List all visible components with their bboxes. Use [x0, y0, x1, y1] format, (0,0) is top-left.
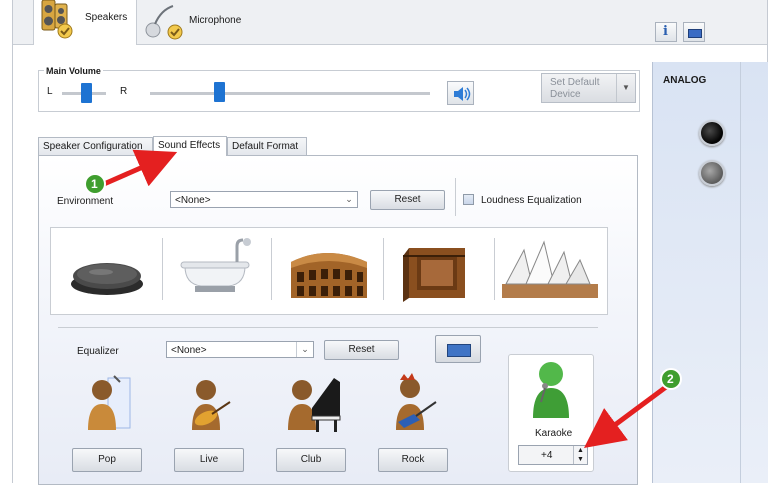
karaoke-label: Karaoke [535, 428, 573, 439]
pop-button[interactable]: Pop [72, 448, 142, 472]
annotation-marker-2-label: 2 [667, 372, 674, 386]
tab-microphone-label: Microphone [189, 15, 242, 26]
rock-button[interactable]: Rock [378, 448, 448, 472]
equalizer-label: Equalizer [77, 346, 119, 357]
equalizer-reset-label: Reset [348, 344, 375, 355]
equalizer-icon [447, 344, 471, 357]
equalizer-preset-pop[interactable]: Pop [72, 372, 144, 472]
equalizer-select[interactable]: <None> ⌄ [166, 341, 314, 358]
mute-button[interactable] [447, 81, 474, 105]
club-label: Club [300, 454, 322, 465]
balance-left-label: L [47, 86, 53, 97]
tab-default-format[interactable]: Default Format [227, 137, 307, 155]
equalizer-preset-rock[interactable]: Rock [378, 372, 450, 472]
loudness-equalization-label: Loudness Equalization [481, 195, 582, 206]
main-volume-title: Main Volume [44, 66, 103, 76]
rock-label: Rock [401, 454, 425, 465]
chevron-down-icon: ⌄ [345, 194, 353, 204]
info-icon: i [663, 24, 668, 39]
speakers-icon [41, 0, 73, 39]
stone-icon [71, 263, 143, 295]
pop-label: Pop [98, 454, 116, 465]
vertical-grip [740, 62, 741, 483]
karaoke-value: +4 [541, 450, 553, 461]
annotation-marker-1-label: 1 [91, 177, 98, 191]
preset-separator [383, 238, 384, 300]
tab-speakers-label: Speakers [85, 12, 128, 23]
set-default-label: Set Default Device [550, 77, 600, 100]
section-divider [58, 327, 598, 328]
spinner-down-icon[interactable]: ▼ [573, 455, 587, 464]
tab-sound-effects-label: Sound Effects [158, 140, 221, 151]
environment-reset-label: Reset [394, 194, 421, 205]
volume-track [150, 92, 430, 95]
tab-speakers[interactable]: Speakers [33, 0, 137, 45]
balance-right-label: R [120, 86, 128, 97]
window-left-border [12, 0, 13, 483]
environment-select[interactable]: <None> ⌄ [170, 191, 358, 208]
analog-title: ANALOG [663, 75, 707, 86]
preset-separator [162, 238, 163, 300]
tab-default-format-label: Default Format [232, 141, 299, 152]
environment-divider [455, 178, 456, 216]
preset-separator [271, 238, 272, 300]
karaoke-singer-icon[interactable] [527, 358, 575, 420]
tab-sound-effects[interactable]: Sound Effects [153, 136, 227, 156]
live-button[interactable]: Live [174, 448, 244, 472]
audio-jack-gray[interactable] [699, 160, 725, 186]
environment-reset-button[interactable]: Reset [370, 190, 445, 210]
club-button[interactable]: Club [276, 448, 346, 472]
opera-house-icon [502, 240, 598, 298]
pop-singer-icon [88, 375, 131, 430]
tab-speaker-configuration-label: Speaker Configuration [43, 141, 143, 152]
tab-microphone[interactable]: Microphone [137, 0, 245, 44]
audio-jack-black[interactable] [699, 120, 725, 146]
bathtub-icon [180, 238, 251, 292]
environment-selected-value: <None> [175, 195, 211, 206]
live-label: Live [199, 454, 219, 465]
environment-label: Environment [57, 196, 114, 207]
chevron-down-icon: ⌄ [296, 342, 313, 357]
equalizer-reset-button[interactable]: Reset [324, 340, 399, 360]
equalizer-selected-value: <None> [171, 345, 207, 356]
environment-preset-stone[interactable] [55, 232, 163, 304]
equalizer-preset-club[interactable]: Club [276, 372, 348, 472]
tab-speaker-configuration[interactable]: Speaker Configuration [38, 137, 153, 155]
spinner-up-icon[interactable]: ▲ [573, 446, 587, 455]
info-button[interactable]: i [655, 22, 677, 42]
loudness-equalization-checkbox[interactable] [463, 194, 474, 205]
environment-preset-bathroom[interactable] [165, 232, 273, 304]
environment-preset-opera-house[interactable] [496, 232, 604, 304]
balance-slider-thumb[interactable] [81, 83, 92, 103]
speaker-volume-icon [454, 87, 471, 101]
club-pianist-icon [288, 378, 341, 432]
battery-icon [688, 29, 702, 38]
wooden-box-icon [403, 248, 465, 302]
set-default-device-button[interactable]: Set Default Device ▼ [541, 73, 636, 103]
rock-guitarist-icon [396, 373, 437, 430]
equalizer-preset-live[interactable]: Live [174, 372, 246, 472]
microphone-icon [145, 5, 183, 40]
karaoke-value-stepper[interactable]: +4 ▲ ▼ [518, 445, 588, 465]
graphic-equalizer-button[interactable] [435, 335, 481, 363]
volume-slider-thumb[interactable] [214, 82, 225, 102]
preset-separator [494, 238, 495, 300]
environment-preset-colosseum[interactable] [275, 232, 383, 304]
environment-preset-room[interactable] [385, 232, 493, 304]
live-guitarist-icon [192, 380, 231, 430]
battery-button[interactable] [683, 22, 705, 42]
colosseum-icon [291, 253, 367, 298]
chevron-down-icon[interactable]: ▼ [616, 74, 635, 102]
